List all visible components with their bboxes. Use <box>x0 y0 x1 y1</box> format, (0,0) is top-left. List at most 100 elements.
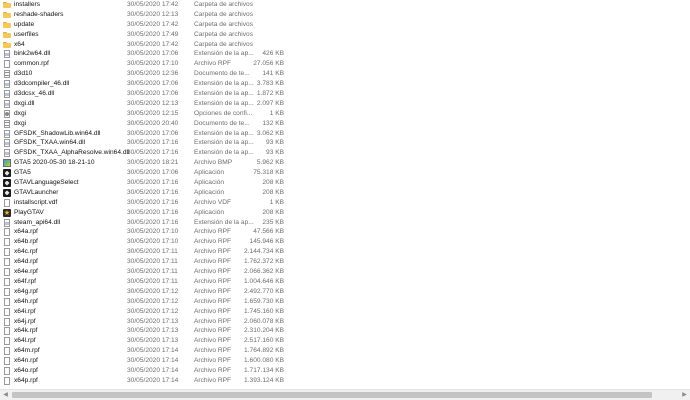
file-name: userfiles <box>14 30 39 38</box>
file-row[interactable]: x64l.rpf 30/05/2020 17:13 Archivo RPF 2.517… <box>0 336 690 346</box>
file-icon <box>2 287 12 297</box>
scroll-thumb[interactable] <box>12 392 652 398</box>
folder-icon <box>2 30 12 40</box>
file-name: installers <box>14 1 41 8</box>
file-date: 30/05/2020 17:42 <box>127 40 179 48</box>
file-row[interactable]: bink2w64.dll 30/05/2020 17:06 Extensión de… <box>0 49 690 59</box>
folder-icon <box>2 10 12 20</box>
file-row[interactable]: x64 30/05/2020 17:42 Carpeta de archivos <box>0 40 690 50</box>
file-row[interactable]: x64i.rpf 30/05/2020 17:12 Archivo RPF 1.745… <box>0 307 690 317</box>
file-size: 426 KB <box>262 50 284 58</box>
file-type: Archivo RPF <box>194 287 232 295</box>
file-row[interactable]: x64f.rpf 30/05/2020 17:11 Archivo RPF 1.004… <box>0 277 690 287</box>
file-row[interactable]: installers 30/05/2020 17:42 Carpeta de arc… <box>0 0 690 10</box>
file-type: Archivo RPF <box>194 258 232 266</box>
file-row[interactable]: GTA5 2020-05-30 18-21-10 30/05/2020 18:21… <box>0 158 690 168</box>
file-date: 30/05/2020 17:10 <box>127 238 179 246</box>
file-date: 30/05/2020 17:16 <box>127 198 179 206</box>
file-name: dxgi <box>14 119 27 127</box>
file-date: 30/05/2020 17:11 <box>127 258 178 266</box>
file-name: GTAVLanguageSelect <box>14 179 79 187</box>
folder-icon <box>2 0 12 10</box>
file-date: 30/05/2020 17:12 <box>127 287 179 295</box>
file-date: 30/05/2020 18:21 <box>127 159 179 167</box>
file-row[interactable]: x64b.rpf 30/05/2020 17:10 Archivo RPF 145.9… <box>0 237 690 247</box>
file-type: Archivo RPF <box>194 277 232 285</box>
scroll-left-arrow-icon[interactable]: ◀ <box>0 390 11 400</box>
file-row[interactable]: x64e.rpf 30/05/2020 17:11 Archivo RPF 2.066… <box>0 267 690 277</box>
file-icon <box>2 247 12 257</box>
file-date: 30/05/2020 17:13 <box>127 327 179 335</box>
file-row[interactable]: PlayGTAV 30/05/2020 17:16 Aplicación 208 KB <box>0 208 690 218</box>
file-row[interactable]: x64o.rpf 30/05/2020 17:14 Archivo RPF 1.717… <box>0 366 690 376</box>
file-row[interactable]: reshade-shaders 30/05/2020 12:13 Carpeta d… <box>0 10 690 20</box>
file-row[interactable]: x64k.rpf 30/05/2020 17:13 Archivo RPF 2.310… <box>0 326 690 336</box>
scroll-right-arrow-icon[interactable]: ▶ <box>679 390 690 400</box>
settings-icon <box>2 109 12 119</box>
file-name: GTA5 <box>14 169 31 177</box>
file-name: x64k.rpf <box>14 327 38 335</box>
file-size: 1.600.080 KB <box>244 357 284 365</box>
file-date: 30/05/2020 17:06 <box>127 90 179 98</box>
file-date: 30/05/2020 12:15 <box>127 109 179 117</box>
file-icon <box>2 356 12 366</box>
dll-icon <box>2 218 12 228</box>
horizontal-scrollbar[interactable]: ◀ ▶ <box>0 389 690 400</box>
dll-icon <box>2 129 12 139</box>
file-name: x64i.rpf <box>14 307 36 315</box>
file-date: 30/05/2020 17:12 <box>127 297 179 305</box>
file-name: GTAVLauncher <box>14 188 59 196</box>
file-row[interactable]: dxgi 30/05/2020 20:40 Documento de te... 13… <box>0 119 690 129</box>
file-icon <box>2 297 12 307</box>
file-date: 30/05/2020 17:06 <box>127 169 179 177</box>
file-date: 30/05/2020 17:06 <box>127 129 179 137</box>
file-row[interactable]: x64c.rpf 30/05/2020 17:11 Archivo RPF 2.144… <box>0 247 690 257</box>
file-icon <box>2 227 12 237</box>
file-row[interactable]: x64d.rpf 30/05/2020 17:11 Archivo RPF 1.762… <box>0 257 690 267</box>
file-row[interactable]: x64h.rpf 30/05/2020 17:12 Archivo RPF 1.659… <box>0 297 690 307</box>
file-row[interactable]: x64m.rpf 30/05/2020 17:14 Archivo RPF 1.764… <box>0 346 690 356</box>
file-size: 1.745.160 KB <box>244 307 284 315</box>
file-row[interactable]: GTAVLanguageSelect 30/05/2020 17:16 Aplica… <box>0 178 690 188</box>
file-name: PlayGTAV <box>14 208 44 216</box>
file-date: 30/05/2020 17:14 <box>127 366 179 374</box>
file-row[interactable]: x64j.rpf 30/05/2020 17:13 Archivo RPF 2.060… <box>0 317 690 327</box>
file-row[interactable]: installscript.vdf 30/05/2020 17:16 Archivo… <box>0 198 690 208</box>
file-row[interactable]: common.rpf 30/05/2020 17:10 Archivo RPF 27.… <box>0 59 690 69</box>
file-row[interactable]: userfiles 30/05/2020 17:49 Carpeta de arch… <box>0 30 690 40</box>
file-size: 2.517.160 KB <box>244 337 284 345</box>
file-size: 93 KB <box>266 139 284 147</box>
file-size: 1 KB <box>269 198 284 206</box>
file-row[interactable]: GTAVLauncher 30/05/2020 17:16 Aplicación 20… <box>0 188 690 198</box>
file-type: Archivo RPF <box>194 327 232 335</box>
file-row[interactable]: GFSDK_ShadowLib.win64.dll 30/05/2020 17:0… <box>0 129 690 139</box>
file-row[interactable]: GTA5 30/05/2020 17:06 Aplicación 75.318 KB <box>0 168 690 178</box>
file-row[interactable]: x64g.rpf 30/05/2020 17:12 Archivo RPF 2.492… <box>0 287 690 297</box>
file-row[interactable]: update 30/05/2020 17:42 Carpeta de archivo… <box>0 20 690 30</box>
file-row[interactable]: GFSDK_TXAA_AlphaResolve.win64.dll 30/05/2… <box>0 148 690 158</box>
file-row[interactable]: steam_api64.dll 30/05/2020 17:16 Extensión… <box>0 218 690 228</box>
app-gta-icon <box>2 168 12 178</box>
file-name: x64p.rpf <box>14 376 38 384</box>
file-row[interactable]: dxgi 30/05/2020 12:15 Opciones de confi...… <box>0 109 690 119</box>
file-name: d3dcsx_46.dll <box>14 90 55 98</box>
file-row[interactable]: d3dcompiler_46.dll 30/05/2020 17:06 Extens… <box>0 79 690 89</box>
file-row[interactable]: d3d10 30/05/2020 12:36 Documento de te... 1… <box>0 69 690 79</box>
file-date: 30/05/2020 17:14 <box>127 347 179 355</box>
text-icon <box>2 119 12 129</box>
file-size: 208 KB <box>262 188 284 196</box>
file-name: x64d.rpf <box>14 258 38 266</box>
folder-icon <box>2 20 12 30</box>
file-row[interactable]: x64a.rpf 30/05/2020 17:10 Archivo RPF 47.56… <box>0 227 690 237</box>
app-rs-icon <box>2 208 12 218</box>
file-row[interactable]: x64p.rpf 30/05/2020 17:14 Archivo RPF 1.393… <box>0 376 690 386</box>
file-date: 30/05/2020 17:13 <box>127 317 179 325</box>
file-date: 30/05/2020 12:13 <box>127 10 179 18</box>
file-date: 30/05/2020 17:16 <box>127 208 179 216</box>
file-row[interactable]: d3dcsx_46.dll 30/05/2020 17:06 Extensión d… <box>0 89 690 99</box>
file-row[interactable]: GFSDK_TXAA.win64.dll 30/05/2020 17:16 Exte… <box>0 138 690 148</box>
file-row[interactable]: dxgi.dll 30/05/2020 12:13 Extensión de la … <box>0 99 690 109</box>
file-name: x64h.rpf <box>14 297 38 305</box>
file-row[interactable]: x64n.rpf 30/05/2020 17:14 Archivo RPF 1.600… <box>0 356 690 366</box>
file-name: x64 <box>14 40 25 48</box>
